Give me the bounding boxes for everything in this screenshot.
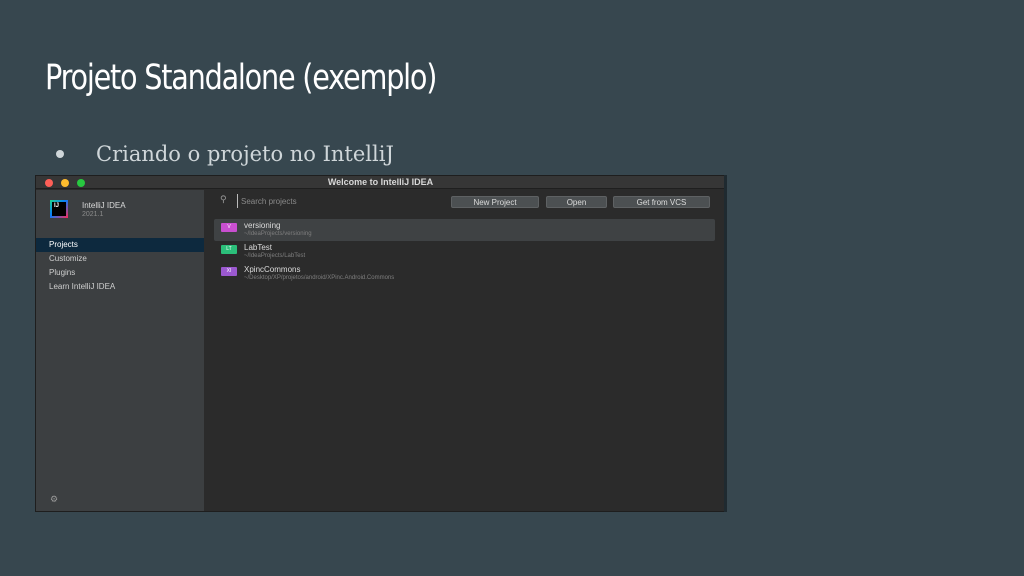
app-name: IntelliJ IDEA [82,201,126,210]
sidebar-item-customize[interactable]: Customize [36,252,204,266]
open-button[interactable]: Open [546,196,607,208]
bullet-text: Criando o projeto no IntelliJ [96,142,394,166]
sidebar: IJ IntelliJ IDEA 2021.1 Projects Customi… [36,190,204,511]
project-name: versioning [244,221,281,230]
window-titlebar: Welcome to IntelliJ IDEA [36,176,725,189]
sidebar-item-plugins[interactable]: Plugins [36,266,204,280]
settings-gear-icon[interactable]: ⚙ [50,495,58,505]
search-projects-input[interactable] [237,194,437,208]
sidebar-item-learn[interactable]: Learn IntelliJ IDEA [36,280,204,294]
search-icon: ⚲ [220,195,227,205]
project-item-versioning[interactable]: V versioning ~/IdeaProjects/versioning [214,219,715,241]
sidebar-item-projects[interactable]: Projects [36,238,204,252]
intellij-welcome-window: Welcome to IntelliJ IDEA IJ IntelliJ IDE… [35,175,726,512]
project-badge-icon: LT [221,245,237,254]
sidebar-nav: Projects Customize Plugins Learn Intelli… [36,238,204,294]
project-badge-icon: V [221,223,237,232]
project-badge-icon: XI [221,267,237,276]
project-path: ~/IdeaProjects/LabTest [244,253,306,259]
project-item-xpinccommons[interactable]: XI XpincCommons ~/Desktop/XP/projetos/an… [214,263,715,285]
project-path: ~/IdeaProjects/versioning [244,231,312,237]
window-title: Welcome to IntelliJ IDEA [327,177,434,187]
intellij-logo-icon: IJ [50,200,68,218]
project-name: LabTest [244,243,273,252]
window-edge-divider [724,175,727,512]
get-from-vcs-button[interactable]: Get from VCS [613,196,710,208]
project-path: ~/Desktop/XP/projetos/android/XPinc.Andr… [244,275,395,281]
projects-panel: ⚲ New Project Open Get from VCS V versio… [204,190,725,511]
project-name: XpincCommons [244,265,301,274]
project-item-labtest[interactable]: LT LabTest ~/IdeaProjects/LabTest [214,241,715,263]
new-project-button[interactable]: New Project [451,196,539,208]
bullet-item: Criando o projeto no IntelliJ [56,142,394,166]
app-version: 2021.1 [82,211,104,218]
bullet-dot-icon [56,150,64,158]
recent-projects-list: V versioning ~/IdeaProjects/versioning L… [214,219,715,285]
slide-title: Projeto Standalone (exemplo) [45,58,437,98]
